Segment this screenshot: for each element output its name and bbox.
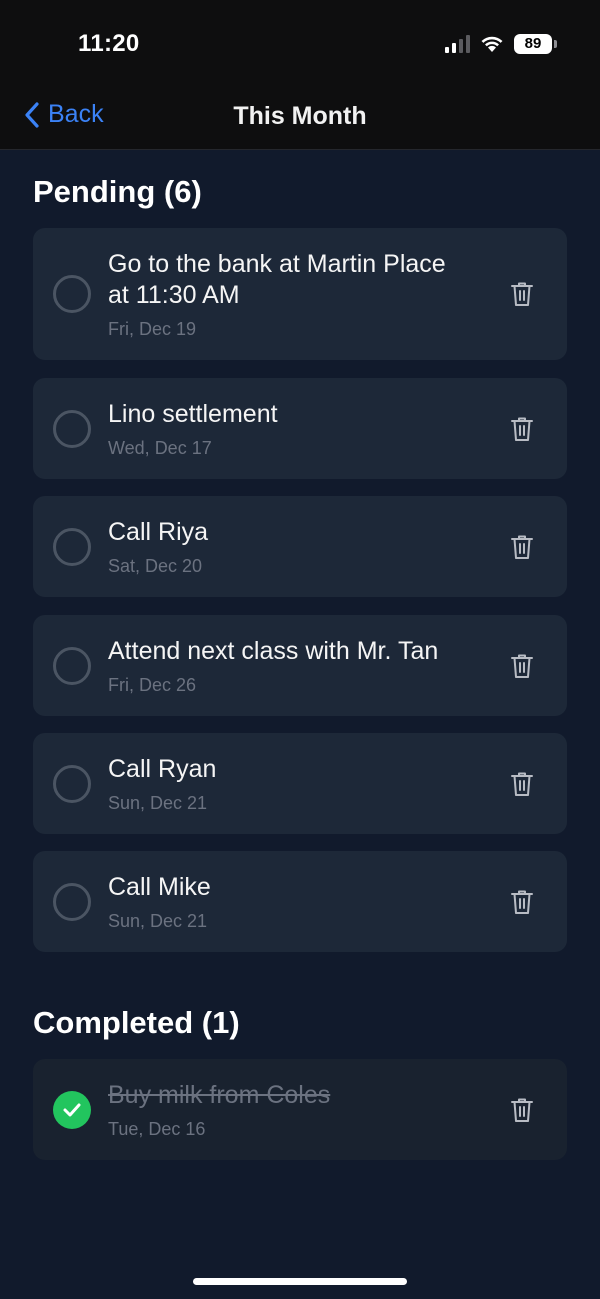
- status-bar: 11:20 89: [0, 0, 600, 88]
- task-date: Tue, Dec 16: [108, 1119, 206, 1139]
- status-time: 11:20: [78, 30, 140, 57]
- task-card[interactable]: Call Riya Sat, Dec 20: [33, 496, 567, 597]
- task-checkbox-checked[interactable]: [53, 1091, 91, 1129]
- status-icons: 89: [445, 34, 557, 54]
- trash-icon[interactable]: [510, 889, 534, 915]
- task-card-completed[interactable]: Buy milk from Coles Tue, Dec 16: [33, 1059, 567, 1160]
- task-card[interactable]: Go to the bank at Martin Place at 11:30 …: [33, 228, 567, 360]
- trash-icon[interactable]: [510, 416, 534, 442]
- task-card[interactable]: Attend next class with Mr. Tan Fri, Dec …: [33, 615, 567, 716]
- task-card[interactable]: Lino settlement Wed, Dec 17: [33, 378, 567, 479]
- battery-icon: 89: [514, 34, 557, 54]
- task-date: Sun, Dec 21: [108, 793, 208, 813]
- task-date: Sun, Dec 21: [108, 911, 208, 931]
- trash-icon[interactable]: [510, 771, 534, 797]
- pending-heading: Pending (6): [33, 174, 202, 209]
- task-checkbox[interactable]: [53, 647, 91, 685]
- task-card[interactable]: Call Ryan Sun, Dec 21: [33, 733, 567, 834]
- trash-icon[interactable]: [510, 281, 534, 307]
- task-checkbox[interactable]: [53, 765, 91, 803]
- task-title-line2: at 11:30 AM: [108, 281, 240, 309]
- task-checkbox[interactable]: [53, 410, 91, 448]
- task-card[interactable]: Call Mike Sun, Dec 21: [33, 851, 567, 952]
- task-title: Buy milk from Coles: [108, 1081, 331, 1109]
- trash-icon[interactable]: [510, 1097, 534, 1123]
- task-checkbox[interactable]: [53, 275, 91, 313]
- home-indicator[interactable]: [193, 1278, 407, 1285]
- completed-heading: Completed (1): [33, 1005, 240, 1040]
- task-checkbox[interactable]: [53, 883, 91, 921]
- trash-icon[interactable]: [510, 534, 534, 560]
- task-date: Wed, Dec 17: [108, 438, 212, 458]
- task-title: Lino settlement: [108, 400, 278, 428]
- task-date: Fri, Dec 19: [108, 319, 197, 339]
- page-title: This Month: [233, 102, 367, 130]
- task-checkbox[interactable]: [53, 528, 91, 566]
- task-title-line1: Go to the bank at Martin Place: [108, 250, 446, 278]
- trash-icon[interactable]: [510, 653, 534, 679]
- task-title: Call Mike: [108, 873, 211, 901]
- task-date: Fri, Dec 26: [108, 675, 197, 695]
- task-title: Call Riya: [108, 518, 209, 546]
- wifi-icon: [481, 36, 503, 52]
- task-title: Attend next class with Mr. Tan: [108, 637, 439, 665]
- task-date: Sat, Dec 20: [108, 556, 203, 576]
- checkmark-icon: [63, 1103, 81, 1117]
- nav-bar: Back This Month: [0, 88, 600, 150]
- signal-icon: [445, 35, 470, 53]
- task-title: Call Ryan: [108, 755, 217, 783]
